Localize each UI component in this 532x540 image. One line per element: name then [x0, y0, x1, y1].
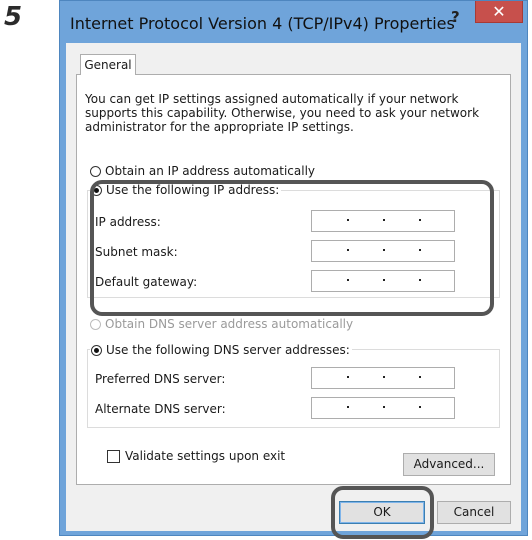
ip-octet-dot: [419, 406, 421, 408]
tab-general[interactable]: General: [80, 54, 136, 75]
step-number: 5: [4, 2, 23, 32]
radio-use-following-dns[interactable]: Use the following DNS server addresses:: [90, 343, 352, 357]
alternate-dns-input[interactable]: [311, 397, 455, 419]
dialog-client-area: General You can get IP settings assigned…: [66, 43, 521, 539]
intro-text: You can get IP settings assigned automat…: [85, 92, 480, 134]
radio-obtain-ip-auto[interactable]: Obtain an IP address automatically: [90, 164, 315, 178]
checkbox[interactable]: [107, 449, 120, 463]
radio-button[interactable]: [91, 344, 102, 356]
ip-octet-dot: [419, 376, 421, 378]
ip-octet-dot: [347, 376, 349, 378]
dialog-window: Internet Protocol Version 4 (TCP/IPv4) P…: [59, 0, 528, 539]
ip-octet-dot: [383, 376, 385, 378]
ip-section-highlight: [90, 180, 494, 316]
close-button[interactable]: ✕: [475, 1, 523, 23]
validate-settings-checkbox[interactable]: Validate settings upon exit: [107, 449, 285, 463]
radio-button: [90, 318, 101, 330]
radio-use-following-dns-label: Use the following DNS server addresses:: [106, 343, 350, 357]
ip-octet-dot: [383, 406, 385, 408]
radio-obtain-dns-auto: Obtain DNS server address automatically: [90, 317, 353, 331]
alternate-dns-label: Alternate DNS server:: [95, 402, 226, 416]
preferred-dns-label: Preferred DNS server:: [95, 372, 226, 386]
cancel-button[interactable]: Cancel: [437, 501, 511, 524]
ip-octet-dot: [347, 406, 349, 408]
radio-button[interactable]: [90, 165, 101, 177]
ok-button-highlight: [331, 486, 434, 539]
preferred-dns-input[interactable]: [311, 367, 455, 389]
dialog-title: Internet Protocol Version 4 (TCP/IPv4) P…: [70, 14, 455, 33]
help-icon[interactable]: ?: [451, 8, 460, 26]
validate-settings-label: Validate settings upon exit: [125, 449, 286, 463]
advanced-button[interactable]: Advanced...: [403, 453, 495, 476]
radio-obtain-dns-auto-label: Obtain DNS server address automatically: [105, 317, 354, 331]
radio-selected-dot: [94, 347, 99, 353]
radio-obtain-ip-auto-label: Obtain an IP address automatically: [105, 164, 316, 178]
